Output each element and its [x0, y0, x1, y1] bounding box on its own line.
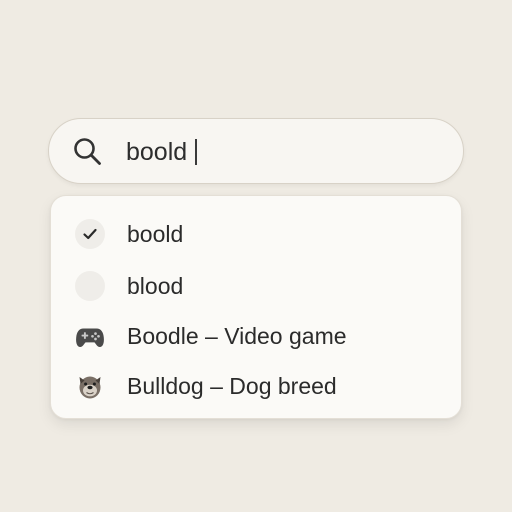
gamepad-icon [76, 328, 104, 347]
text-caret [195, 139, 197, 165]
checkmark-icon [75, 219, 105, 249]
suggestion-item-blood[interactable]: blood [51, 263, 461, 309]
suggestion-label: Boodle – Video game [127, 323, 347, 349]
suggestion-label: blood [127, 273, 184, 299]
suggestion-label: Bulldog – Dog breed [127, 373, 337, 399]
search-input[interactable] [126, 134, 426, 170]
suggestion-item-boold[interactable]: boold [51, 211, 461, 257]
empty-circle-icon [75, 271, 105, 301]
bulldog-icon [79, 376, 101, 399]
search-icon [74, 138, 101, 165]
suggestion-label: boold [127, 221, 184, 247]
suggestion-dropdown: boold blood Boodle – Video game Bulldog … [50, 195, 462, 419]
suggestion-item-bulldog[interactable]: Bulldog – Dog breed [51, 363, 461, 409]
suggestion-item-boodle[interactable]: Boodle – Video game [51, 313, 461, 359]
